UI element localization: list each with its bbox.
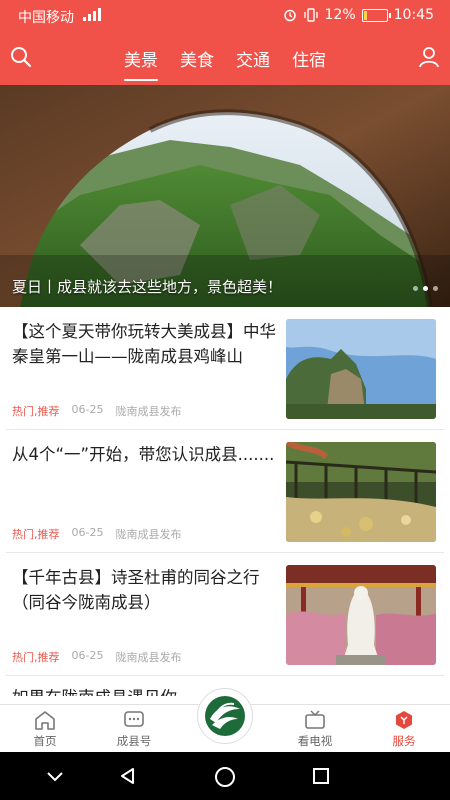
- battery-icon: [361, 8, 391, 22]
- battery-percent: 12%: [324, 7, 356, 23]
- home-circle-icon[interactable]: [214, 766, 236, 788]
- article-item[interactable]: 【千年古县】诗圣杜甫的同谷之行（同谷今陇南成县） 热门,推荐 06-25 陇南成…: [6, 553, 444, 676]
- center-logo-button[interactable]: [197, 688, 253, 744]
- user-icon[interactable]: [418, 46, 440, 68]
- article-date: 06-25: [71, 649, 104, 662]
- banner-image: [0, 85, 450, 307]
- article-meta: 热门,推荐 06-25 陇南成县发布: [12, 649, 181, 665]
- tv-icon: [305, 710, 325, 729]
- system-nav-bar: [0, 752, 450, 800]
- article-thumbnail: [286, 319, 436, 419]
- nav-home-label: 首页: [33, 734, 57, 748]
- clock: 10:45: [393, 7, 434, 23]
- article-title: 从4个“一”开始，带您认识成县.......: [12, 445, 275, 464]
- app-screen: 中国移动 12% 10:45 美景 美食 交通 住宿 夏日丨成县就该去这些地方，…: [0, 0, 450, 800]
- status-bar: 中国移动 12% 10:45: [0, 0, 450, 32]
- carrier-label: 中国移动: [18, 10, 74, 26]
- tab-food[interactable]: 美食: [180, 46, 214, 77]
- article-item[interactable]: 【这个夏天带你玩转大美成县】中华秦皇第一山——陇南成县鸡峰山 热门,推荐 06-…: [6, 307, 444, 430]
- carousel-dots: [413, 286, 438, 291]
- article-item[interactable]: 从4个“一”开始，带您认识成县....... 热门,推荐 06-25 陇南成县发…: [6, 430, 444, 553]
- article-thumbnail: [286, 565, 436, 665]
- header-bar: 中国移动 12% 10:45 美景 美食 交通 住宿: [0, 0, 450, 85]
- article-tag: 热门,推荐: [12, 528, 60, 541]
- article-source: 陇南成县发布: [115, 405, 182, 418]
- nav-service[interactable]: 服务: [364, 709, 444, 749]
- article-feed: 【这个夏天带你玩转大美成县】中华秦皇第一山——陇南成县鸡峰山 热门,推荐 06-…: [0, 307, 450, 696]
- tab-transport[interactable]: 交通: [236, 46, 270, 77]
- status-right: 12% 10:45: [283, 7, 434, 23]
- article-tag: 热门,推荐: [12, 405, 60, 418]
- article-title: 如果在陇南成县遇见你: [12, 684, 177, 696]
- article-meta: 热门,推荐 06-25 陇南成县发布: [12, 403, 181, 419]
- carousel-dot: [413, 286, 418, 291]
- app-logo-icon: [205, 696, 245, 736]
- nav-tv-label: 看电视: [297, 734, 333, 748]
- nav-tv[interactable]: 看电视: [275, 709, 355, 749]
- home-icon: [35, 711, 55, 730]
- service-icon: [396, 711, 412, 729]
- carousel-dot: [433, 286, 438, 291]
- article-source: 陇南成县发布: [115, 528, 182, 541]
- article-meta: 热门,推荐 06-25 陇南成县发布: [12, 526, 181, 542]
- nav-county-account[interactable]: 成县号: [94, 709, 174, 749]
- article-thumbnail: [286, 442, 436, 542]
- search-icon[interactable]: [10, 46, 32, 68]
- banner-caption: 夏日丨成县就该去这些地方，景色超美！: [12, 278, 283, 296]
- article-tag: 热门,推荐: [12, 651, 60, 664]
- nav-service-label: 服务: [392, 734, 416, 748]
- signal-icon: [83, 8, 101, 21]
- article-date: 06-25: [71, 403, 104, 416]
- back-icon[interactable]: [118, 766, 138, 786]
- article-date: 06-25: [71, 526, 104, 539]
- carousel-dot-active: [423, 286, 428, 291]
- hero-banner[interactable]: 夏日丨成县就该去这些地方，景色超美！: [0, 85, 450, 307]
- category-tabs: 美景 美食 交通 住宿: [124, 46, 326, 81]
- vibrate-icon: [303, 8, 318, 22]
- alarm-icon: [283, 9, 296, 22]
- article-title: 【这个夏天带你玩转大美成县】中华秦皇第一山——陇南成县鸡峰山: [12, 322, 276, 366]
- article-title: 【千年古县】诗圣杜甫的同谷之行（同谷今陇南成县）: [12, 568, 260, 612]
- top-nav: 美景 美食 交通 住宿: [0, 40, 450, 81]
- nav-home[interactable]: 首页: [5, 709, 85, 749]
- chat-icon: [124, 711, 144, 727]
- nav-county-label: 成县号: [116, 734, 152, 748]
- chevron-down-icon[interactable]: [45, 766, 65, 786]
- article-source: 陇南成县发布: [115, 651, 182, 664]
- tab-scenery[interactable]: 美景: [124, 46, 158, 81]
- tab-lodging[interactable]: 住宿: [292, 46, 326, 77]
- recents-icon[interactable]: [311, 766, 331, 786]
